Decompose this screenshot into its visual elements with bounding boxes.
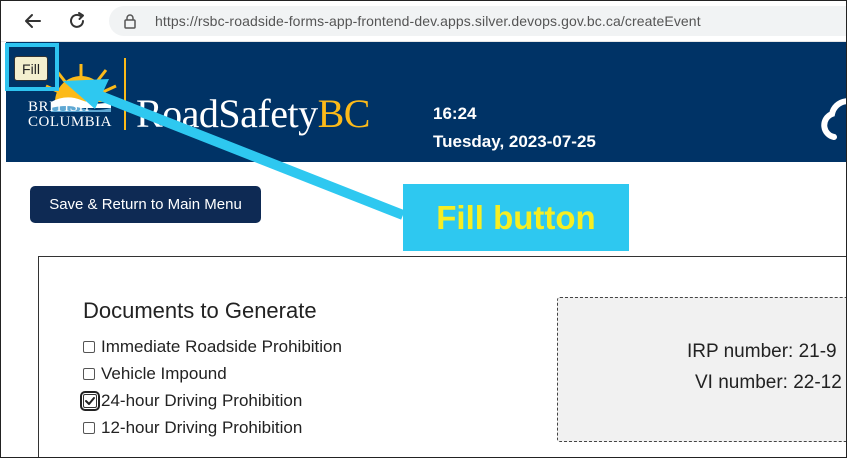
clock-date: Tuesday, 2023-07-25 [433, 132, 596, 151]
option-24h-prohibition-label: 24-hour Driving Prohibition [101, 391, 303, 410]
option-irp-label: Immediate Roadside Prohibition [101, 337, 342, 356]
checkbox-vehicle-impound[interactable] [83, 368, 95, 380]
fill-button[interactable]: Fill [14, 56, 48, 81]
documents-title: Documents to Generate [83, 298, 317, 323]
clock-time: 16:24 [433, 104, 477, 123]
checkbox-12h-prohibition[interactable] [83, 422, 95, 434]
save-return-main-menu-button[interactable]: Save & Return to Main Menu [30, 186, 261, 223]
bc-logo-text: BRITISH COLUMBIA [28, 100, 112, 130]
cloud-icon[interactable] [814, 92, 847, 142]
option-12h-prohibition[interactable]: 12-hour Driving Prohibition [83, 418, 302, 438]
checkmark-icon [85, 397, 95, 405]
reload-icon[interactable] [65, 9, 89, 33]
vi-number: VI number: 22-12 [695, 372, 842, 393]
numbers-panel [557, 297, 846, 442]
header-divider [124, 58, 126, 130]
url-text: https://rsbc-roadside-forms-app-frontend… [155, 13, 701, 29]
option-vehicle-impound[interactable]: Vehicle Impound [83, 364, 227, 384]
option-24h-prohibition[interactable]: 24-hour Driving Prohibition [80, 391, 303, 411]
brand-bc: BC [317, 91, 371, 136]
brand-title: RoadSafetyBC [136, 90, 370, 137]
bc-logo-line1: BRITISH [28, 99, 90, 115]
bc-logo-line2: COLUMBIA [28, 114, 113, 130]
checkbox-24h-prohibition[interactable] [80, 391, 100, 411]
checkbox-irp[interactable] [83, 341, 95, 353]
lock-icon [123, 13, 137, 29]
app-window: https://rsbc-roadside-forms-app-frontend… [0, 0, 847, 458]
app-header: BRITISH COLUMBIA RoadSafetyBC 16:24 Tues… [6, 42, 846, 162]
brand-road-safety: RoadSafety [136, 91, 318, 136]
address-bar[interactable]: https://rsbc-roadside-forms-app-frontend… [109, 6, 846, 36]
browser-toolbar: https://rsbc-roadside-forms-app-frontend… [1, 1, 846, 42]
irp-number: IRP number: 21-9 [687, 341, 837, 362]
option-irp[interactable]: Immediate Roadside Prohibition [83, 337, 342, 357]
fill-button-callout: Fill button [403, 184, 629, 251]
option-vehicle-impound-label: Vehicle Impound [101, 364, 227, 383]
option-12h-prohibition-label: 12-hour Driving Prohibition [101, 418, 303, 437]
back-arrow-icon[interactable] [21, 9, 45, 33]
